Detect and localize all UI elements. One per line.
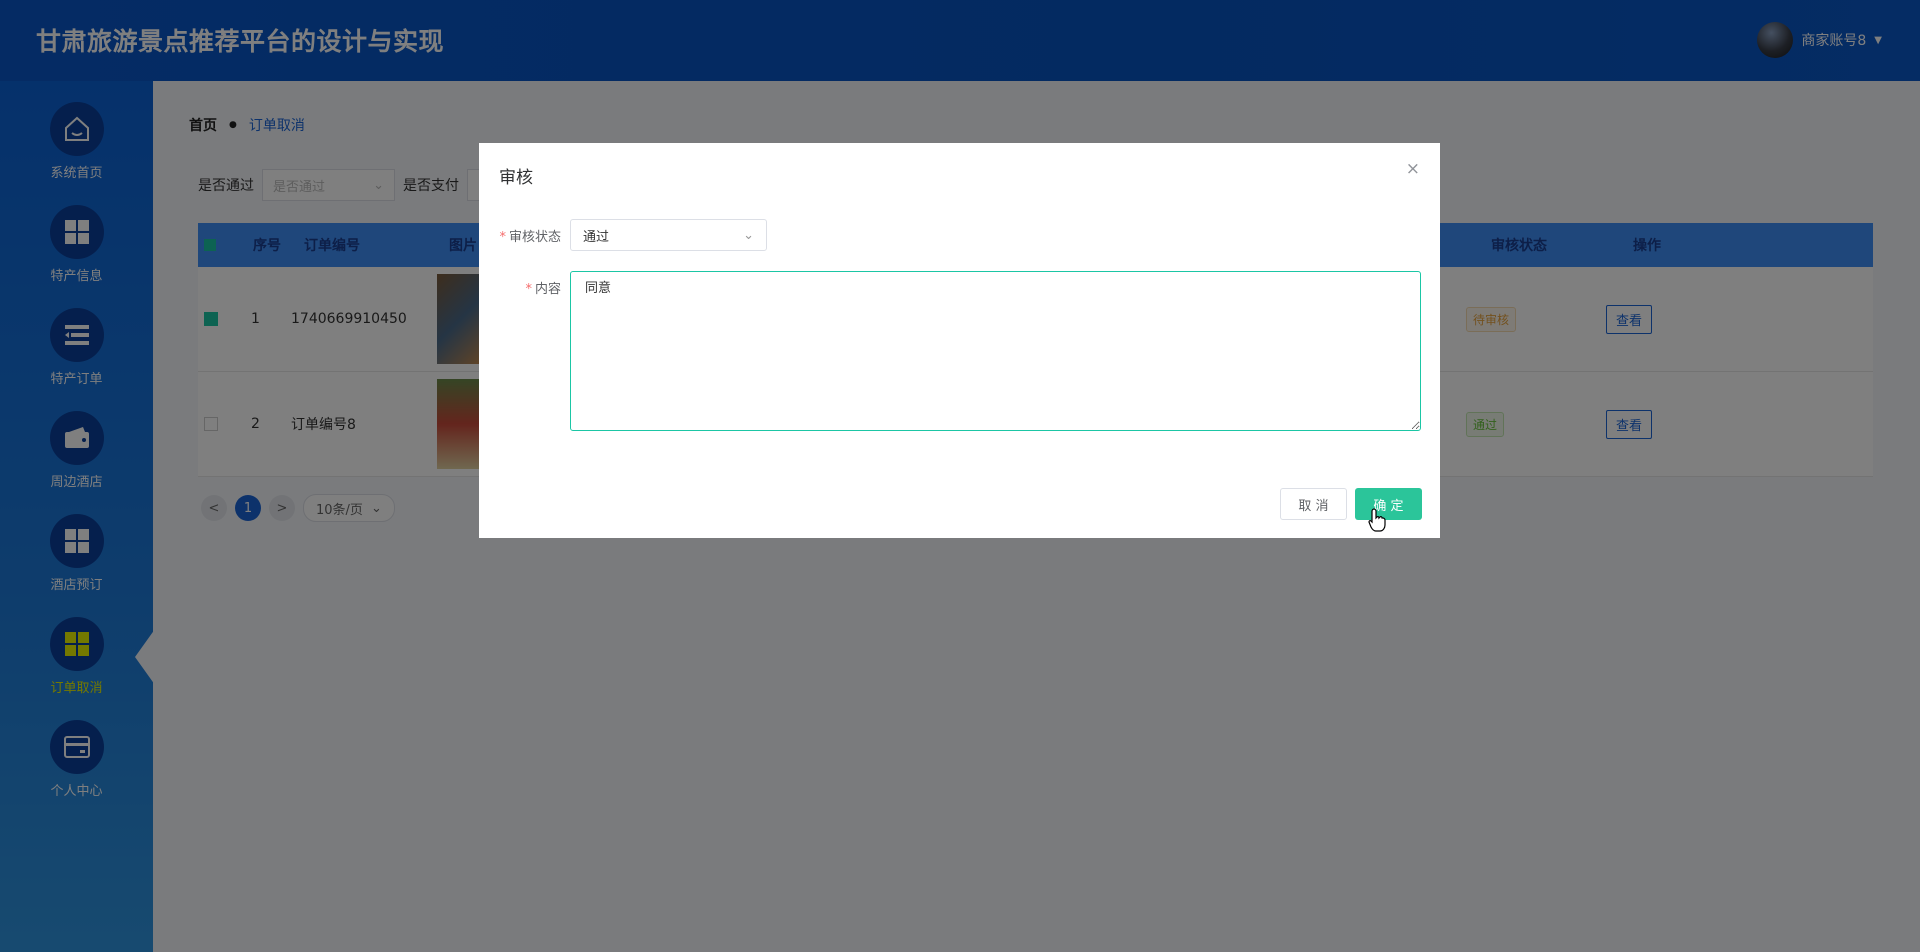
status-select-value: 通过 [583, 229, 610, 245]
close-icon[interactable]: × [1406, 159, 1420, 179]
dialog-title: 审核 [499, 168, 533, 188]
status-field-label: * 审核状态 [499, 230, 561, 245]
cancel-button[interactable]: 取 消 [1280, 488, 1347, 520]
chevron-down-icon: ⌄ [743, 227, 754, 243]
confirm-button[interactable]: 确 定 [1355, 488, 1422, 520]
content-field-label: * 内容 [525, 282, 561, 297]
content-textarea[interactable] [570, 271, 1421, 431]
required-asterisk: * [499, 230, 506, 245]
review-dialog: 审核 × *审核状态 通过 ⌄ *内容 取 消 确 定 [479, 143, 1440, 538]
required-asterisk: * [525, 282, 532, 297]
status-select[interactable]: 通过 ⌄ [570, 219, 767, 251]
pointer-cursor-icon [1368, 508, 1386, 536]
